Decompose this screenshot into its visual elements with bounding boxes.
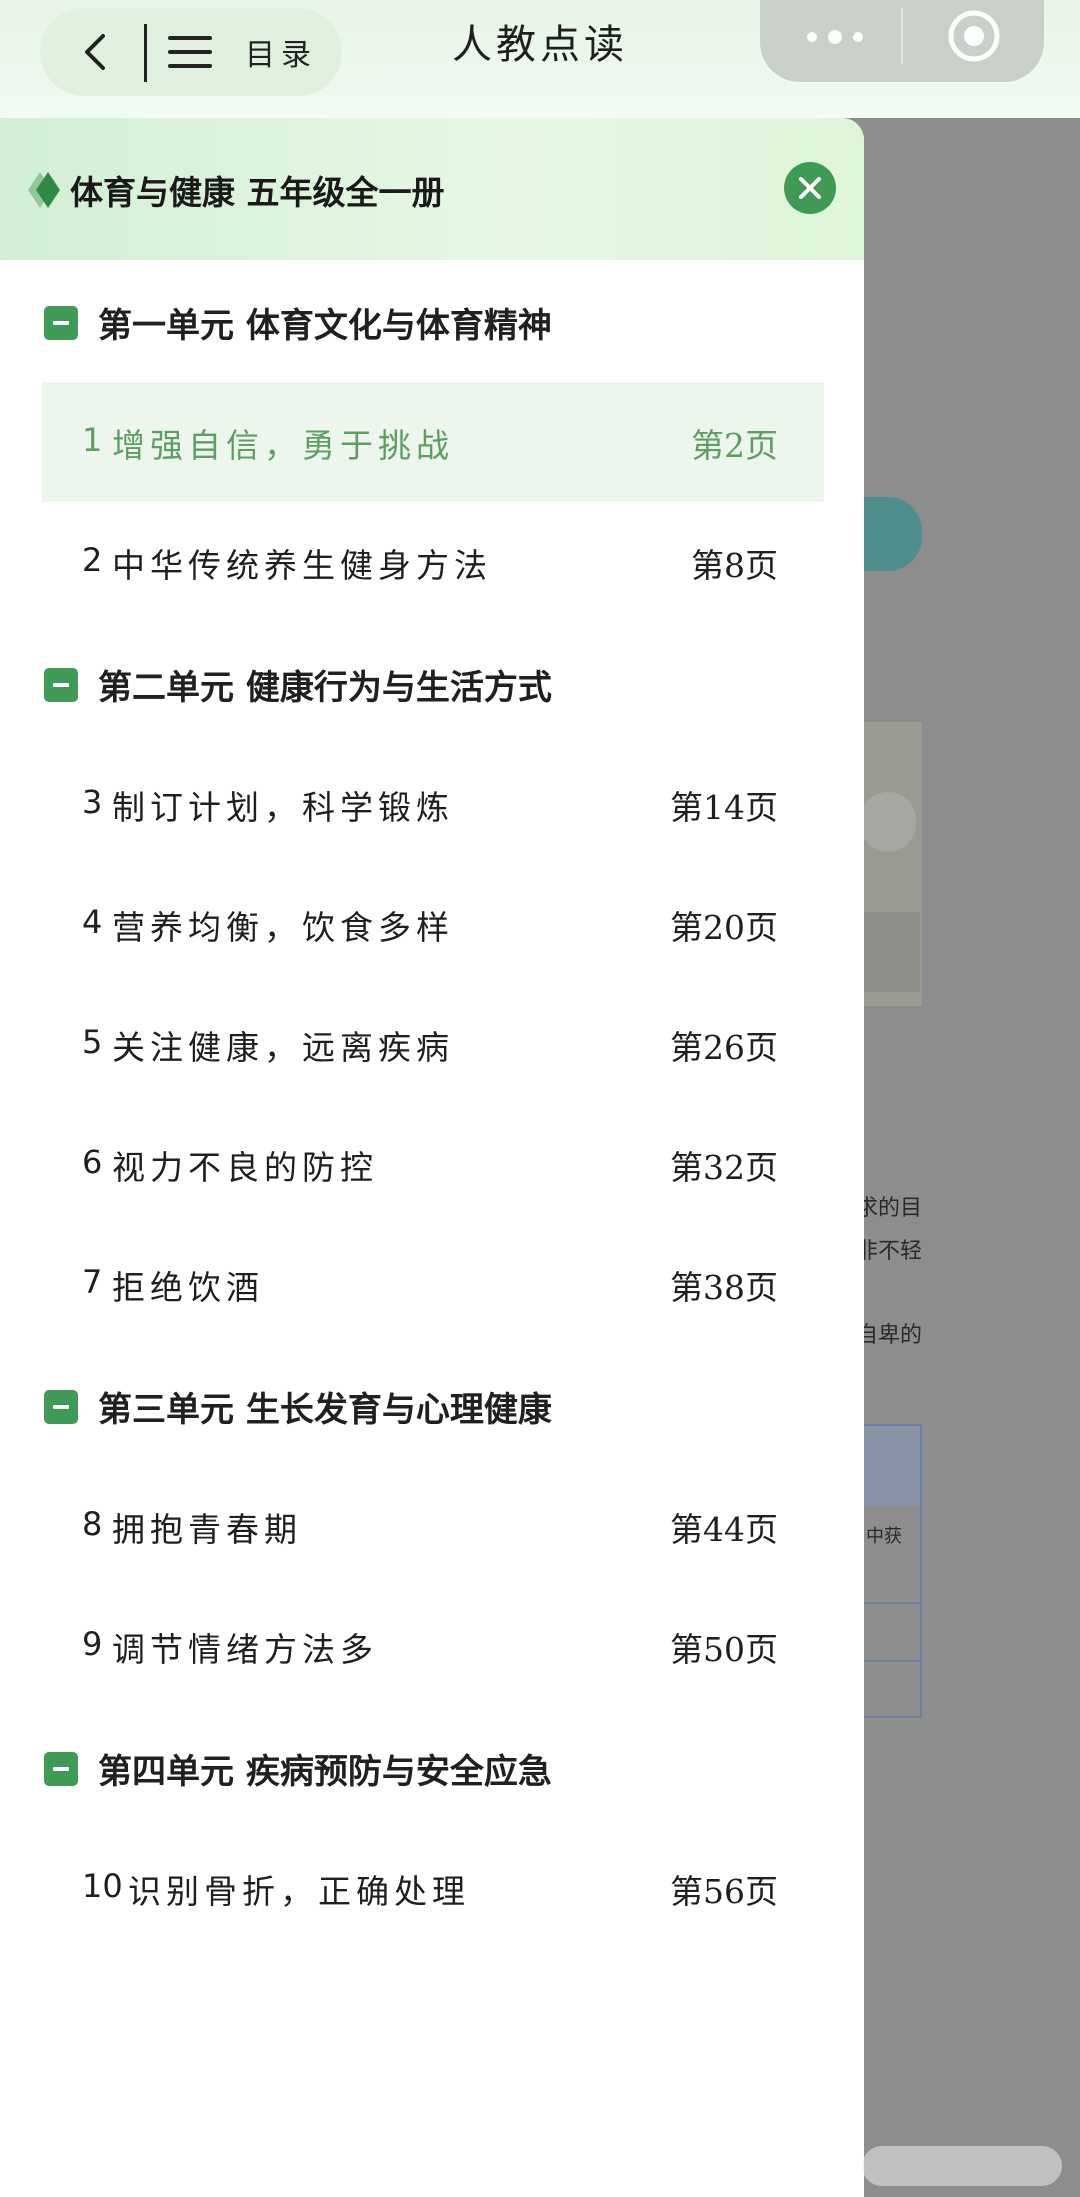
toc-label[interactable]: 目录 <box>245 30 317 74</box>
target-icon[interactable] <box>946 8 1002 64</box>
unit-header[interactable]: 第二单元 健康行为与生活方式 <box>0 622 864 744</box>
top-bar: 目录 人教点读 <box>0 0 1080 118</box>
unit-header[interactable]: 第三单元 生长发育与心理健康 <box>0 1344 864 1466</box>
divider <box>901 8 903 64</box>
lesson-number: 9 <box>82 1625 103 1663</box>
background-text: 中获 <box>866 1526 902 1547</box>
nav-capsule: 目录 <box>40 8 342 96</box>
lesson-number: 2 <box>82 541 103 579</box>
lesson-title: 关注健康，远离疾病 <box>112 1028 454 1067</box>
lesson-number: 8 <box>82 1505 103 1543</box>
lesson-page: 第14页 <box>670 788 778 827</box>
menu-icon[interactable] <box>168 32 212 72</box>
lesson-item[interactable]: 1 增强自信，勇于挑战 第2页 <box>42 382 824 502</box>
background-table: 中获 <box>858 1424 922 1718</box>
collapse-icon[interactable] <box>44 306 78 340</box>
lesson-number: 3 <box>82 783 103 821</box>
back-icon[interactable] <box>76 32 116 72</box>
book-title: 体育与健康 五年级全一册 <box>70 173 445 212</box>
background-text: 非不轻 <box>856 1239 923 1264</box>
app-title: 人教点读 <box>452 22 628 68</box>
unit-title: 第二单元 健康行为与生活方式 <box>98 668 552 708</box>
lesson-page: 第8页 <box>691 546 778 585</box>
toc-drawer: 体育与健康 五年级全一册 第一单元 体育文化与体育精神 1 增强自信，勇于挑战 … <box>0 118 864 2197</box>
lesson-page: 第20页 <box>670 908 778 947</box>
miniprogram-capsule <box>760 0 1044 82</box>
unit-title: 第三单元 生长发育与心理健康 <box>98 1390 552 1430</box>
lesson-title: 营养均衡，饮食多样 <box>112 908 454 947</box>
lesson-item[interactable]: 2 中华传统养生健身方法 第8页 <box>42 502 824 622</box>
collapse-icon[interactable] <box>44 1752 78 1786</box>
lesson-page: 第32页 <box>670 1148 778 1187</box>
collapse-icon[interactable] <box>44 1390 78 1424</box>
lesson-page: 第2页 <box>691 426 778 465</box>
lesson-item[interactable]: 4 营养均衡，饮食多样 第20页 <box>42 864 824 984</box>
lesson-page: 第56页 <box>670 1872 778 1911</box>
unit-header[interactable]: 第四单元 疾病预防与安全应急 <box>0 1706 864 1828</box>
lesson-number: 7 <box>82 1263 103 1301</box>
lesson-item[interactable]: 6 视力不良的防控 第32页 <box>42 1104 824 1224</box>
lesson-page: 第44页 <box>670 1510 778 1549</box>
divider <box>144 24 147 82</box>
background-text: 自卑的 <box>856 1323 923 1348</box>
lesson-number: 1 <box>82 421 103 459</box>
toc-list: 第一单元 体育文化与体育精神 1 增强自信，勇于挑战 第2页 2 中华传统养生健… <box>0 260 864 1948</box>
lesson-title: 拒绝饮酒 <box>112 1268 264 1307</box>
lesson-page: 第26页 <box>670 1028 778 1067</box>
close-icon <box>799 177 821 199</box>
lesson-title: 视力不良的防控 <box>112 1148 378 1187</box>
lesson-number: 5 <box>82 1023 103 1061</box>
drawer-header: 体育与健康 五年级全一册 <box>0 118 864 260</box>
lesson-number: 4 <box>82 903 103 941</box>
lesson-title: 中华传统养生健身方法 <box>112 546 492 585</box>
lesson-item[interactable]: 3 制订计划，科学锻炼 第14页 <box>42 744 824 864</box>
lesson-item[interactable]: 10 识别骨折，正确处理 第56页 <box>42 1828 824 1948</box>
lesson-title: 增强自信，勇于挑战 <box>112 426 454 465</box>
lesson-title: 调节情绪方法多 <box>112 1630 378 1669</box>
lesson-item[interactable]: 9 调节情绪方法多 第50页 <box>42 1586 824 1706</box>
unit-title: 第一单元 体育文化与体育精神 <box>98 306 552 346</box>
background-text: 求的目 <box>856 1196 923 1221</box>
watermark <box>862 2146 1062 2186</box>
lesson-item[interactable]: 5 关注健康，远离疾病 第26页 <box>42 984 824 1104</box>
unit-header[interactable]: 第一单元 体育文化与体育精神 <box>0 260 864 382</box>
more-icon[interactable] <box>800 26 870 48</box>
close-button[interactable] <box>784 162 836 214</box>
lesson-item[interactable]: 7 拒绝饮酒 第38页 <box>42 1224 824 1344</box>
unit-title: 第四单元 疾病预防与安全应急 <box>98 1752 552 1792</box>
lesson-number: 6 <box>82 1143 103 1181</box>
lesson-title: 识别骨折，正确处理 <box>128 1872 470 1911</box>
lesson-item[interactable]: 8 拥抱青春期 第44页 <box>42 1466 824 1586</box>
lesson-page: 第50页 <box>670 1630 778 1669</box>
diamond-icon <box>28 172 60 208</box>
collapse-icon[interactable] <box>44 668 78 702</box>
lesson-page: 第38页 <box>670 1268 778 1307</box>
lesson-title: 制订计划，科学锻炼 <box>112 788 454 827</box>
lesson-title: 拥抱青春期 <box>112 1510 302 1549</box>
lesson-number: 10 <box>82 1867 123 1905</box>
